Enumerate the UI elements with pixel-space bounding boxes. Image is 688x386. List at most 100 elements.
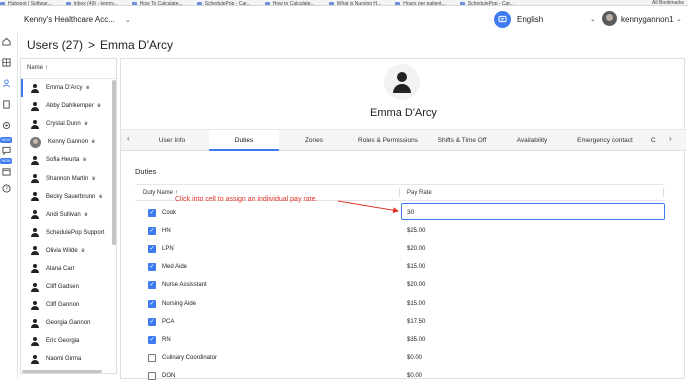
duty-checkbox[interactable]: ✓ xyxy=(148,281,156,290)
breadcrumb-users[interactable]: Users (27) xyxy=(27,38,83,52)
bookmark-item[interactable]: How to Calculate... xyxy=(264,1,315,6)
duty-checkbox[interactable]: ✓ xyxy=(148,227,156,236)
tab-user-info[interactable]: User Info xyxy=(139,130,205,151)
duty-name: Nurse Assisstant xyxy=(162,282,207,289)
chevron-down-icon[interactable]: ⌄ xyxy=(676,15,682,23)
duty-checkbox[interactable]: ✓ xyxy=(148,209,156,217)
bookmark-favicon-icon xyxy=(65,1,71,5)
user-list-item[interactable]: Sofia Heurta ♛ xyxy=(21,151,116,169)
pay-rate-cell[interactable]: $15.00 xyxy=(407,264,425,270)
crown-icon: ♛ xyxy=(80,247,86,254)
bookmark-label: SchedulePop - Car... xyxy=(467,1,514,6)
pay-rate-cell[interactable]: $20.00 xyxy=(407,282,425,288)
duty-name-header[interactable]: Duty Name ↑ xyxy=(143,190,178,196)
bookmark-item[interactable]: SchedulePop - Car... xyxy=(459,1,514,6)
user-avatar[interactable] xyxy=(602,11,617,26)
column-divider[interactable] xyxy=(399,188,400,197)
person-icon xyxy=(30,174,39,184)
user-list-item[interactable]: Georgia Gannon xyxy=(21,314,116,332)
user-list-item[interactable]: Kenny Gannon ♛ xyxy=(21,133,116,151)
home-icon[interactable] xyxy=(1,36,11,46)
pay-rate-input[interactable]: 30 xyxy=(401,203,665,220)
user-name: Crystal Dunn xyxy=(46,121,81,128)
user-list-item[interactable]: SchedulePop Support xyxy=(21,224,116,242)
user-list-item[interactable]: Cliff Gannon xyxy=(21,296,116,314)
bookmark-item[interactable]: Hours per patient... xyxy=(395,1,446,5)
duty-name: Nursing Aide xyxy=(162,300,197,307)
bookmark-item[interactable]: Hubspot | Softwar... xyxy=(0,1,52,5)
duty-name: RN xyxy=(162,336,171,343)
vertical-scrollbar[interactable] xyxy=(112,80,116,245)
chat-icon[interactable] xyxy=(494,11,511,28)
bookmark-favicon-icon xyxy=(328,1,334,5)
calendar-icon[interactable] xyxy=(1,166,11,176)
duty-checkbox[interactable]: ✓ xyxy=(148,263,156,272)
user-list-item[interactable]: Becky Sauerbrunn ♛ xyxy=(21,188,116,206)
person-icon xyxy=(30,300,39,310)
duty-checkbox[interactable]: ✓ xyxy=(148,299,156,308)
user-list-item[interactable]: Crystal Dunn ♛ xyxy=(21,115,116,133)
duty-checkbox[interactable]: ✓ xyxy=(148,245,156,254)
grid-icon[interactable] xyxy=(1,57,11,67)
horizontal-scrollbar[interactable] xyxy=(22,370,102,373)
user-list-item[interactable]: Naomi Girma xyxy=(21,350,116,368)
bookmark-item[interactable]: How To Calculate... xyxy=(131,1,183,5)
tab-roles-permissions[interactable]: Roles & Permissions xyxy=(349,130,427,151)
user-list-item[interactable]: Alana Carr xyxy=(21,260,116,278)
pay-rate-cell[interactable]: $20.00 xyxy=(407,246,425,252)
username[interactable]: kennygannon1 xyxy=(621,15,674,24)
duty-row: Culinary Coordinator $0.00 xyxy=(135,350,665,368)
help-icon[interactable]: ? xyxy=(1,183,11,193)
chevron-right-icon[interactable]: › xyxy=(669,134,672,143)
user-list-item[interactable]: Emma D'Arcy ♛ xyxy=(21,79,116,98)
all-bookmarks-link[interactable]: All Bookmarks xyxy=(652,0,684,5)
duty-name: Med Aide xyxy=(162,264,188,271)
bookmark-item[interactable]: SchedulePop - Car... xyxy=(196,1,251,5)
tab-emergency-contact[interactable]: Emergency contact xyxy=(569,130,641,151)
page-title: Users (27) > Emma D'Arcy xyxy=(27,38,173,52)
tab-zones[interactable]: Zones xyxy=(281,130,347,151)
document-icon[interactable] xyxy=(1,99,11,109)
bookmark-label: How to Calculate... xyxy=(272,1,315,6)
name-column-header[interactable]: Name ↑ xyxy=(21,59,116,79)
tab-shifts-time-off[interactable]: Shifts & Time Off xyxy=(431,130,493,151)
chat-bubble-icon[interactable] xyxy=(1,145,11,155)
bookmark-favicon-icon xyxy=(395,1,401,5)
bookmark-item[interactable]: Inbox (49) - kenny... xyxy=(65,1,118,5)
chevron-left-icon[interactable]: ‹ xyxy=(127,134,130,143)
crown-icon: ♛ xyxy=(98,193,103,200)
user-list-item[interactable]: Shannon Martin ♛ xyxy=(21,169,116,187)
user-name: SchedulePop Support xyxy=(46,229,105,236)
users-icon[interactable] xyxy=(1,78,11,88)
chevron-down-icon[interactable]: ⌄ xyxy=(590,15,596,23)
duty-checkbox[interactable] xyxy=(148,353,156,362)
pay-rate-cell[interactable]: $17.50 xyxy=(407,319,425,325)
language-select[interactable]: English xyxy=(517,15,543,24)
duty-checkbox[interactable]: ✓ xyxy=(148,335,156,344)
user-list-item[interactable]: Eric Georgia xyxy=(21,332,116,350)
bookmark-favicon-icon xyxy=(131,1,137,5)
duty-row: ✓ PCA $17.50 xyxy=(135,314,665,332)
user-list-item[interactable]: Andi Sullivan ♛ xyxy=(21,206,116,224)
pay-rate-cell[interactable]: $0.00 xyxy=(407,355,422,361)
user-name: Andi Sullivan xyxy=(46,211,81,218)
duty-name: LPN xyxy=(162,246,174,253)
pay-rate-cell[interactable]: $35.00 xyxy=(407,337,425,343)
user-list-item[interactable]: Cliff Gadsen xyxy=(21,278,116,296)
account-switcher[interactable]: Kenny's Healthcare Acc... ⌄ xyxy=(24,15,131,24)
user-list-item[interactable]: Olivia Wilde ♛ xyxy=(21,242,116,260)
column-divider[interactable] xyxy=(663,188,664,197)
tab-duties[interactable]: Duties xyxy=(209,130,279,151)
tab-availability[interactable]: Availability xyxy=(501,130,563,151)
duty-name-header-label: Duty Name xyxy=(143,190,174,196)
bookmark-item[interactable]: What is Nursing H... xyxy=(328,1,381,5)
duty-checkbox[interactable]: ✓ xyxy=(148,317,156,326)
pay-rate-cell[interactable]: $25.00 xyxy=(407,228,425,234)
pay-rate-cell[interactable]: $0.00 xyxy=(407,373,422,379)
settings-icon[interactable] xyxy=(1,120,11,130)
user-name: Eric Georgia xyxy=(46,338,80,345)
pay-rate-cell[interactable]: $15.00 xyxy=(407,301,425,307)
tab-c[interactable]: C xyxy=(651,130,667,151)
pay-rate-header[interactable]: Pay Rate xyxy=(407,190,432,196)
user-list-item[interactable]: Abby Dahlkemper ♛ xyxy=(21,97,116,115)
